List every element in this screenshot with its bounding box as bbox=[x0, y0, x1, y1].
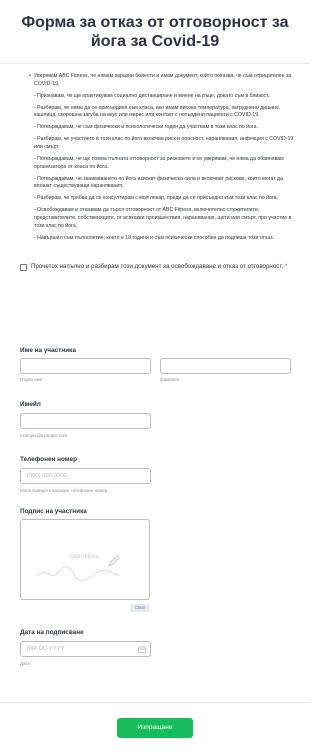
waiver-paragraph: Уверявам ABC Fitness, че нямам заразни б… bbox=[34, 73, 294, 89]
form-header: Форма за отказ от отговорност за йога за… bbox=[0, 0, 310, 64]
signature-label: Подпис на участника bbox=[20, 508, 87, 515]
date-input[interactable]: MM-DD-YYYY bbox=[20, 641, 151, 657]
email-label: Имейл bbox=[20, 401, 41, 408]
submit-button[interactable]: Изпращане bbox=[117, 718, 193, 738]
date-label: Дата на подписване bbox=[20, 629, 84, 636]
first-name-input[interactable] bbox=[20, 358, 151, 374]
first-name-sublabel: Първо име bbox=[20, 377, 43, 382]
last-name-sublabel: фамилия bbox=[160, 377, 179, 382]
signature-pad[interactable]: Sign Here bbox=[20, 519, 150, 600]
email-sublabel: example@example.com bbox=[20, 433, 68, 438]
waiver-paragraph: - Потвърждавам, че ще поема пълната отго… bbox=[34, 155, 284, 170]
pen-icon bbox=[107, 555, 120, 568]
waiver-paragraph: - Потвърждавам, че занимаването по йога … bbox=[34, 175, 283, 190]
date-sublabel: Дата bbox=[20, 661, 30, 666]
agree-row[interactable]: Прочетох напълно и разбирам този докумен… bbox=[20, 263, 291, 271]
waiver-text: Уверявам ABC Fitness, че нямам заразни б… bbox=[34, 73, 294, 242]
form-title: Форма за отказ от отговорност за йога за… bbox=[21, 13, 289, 50]
signature-placeholder: Sign Here bbox=[69, 553, 100, 560]
calendar-icon[interactable] bbox=[138, 646, 146, 653]
clear-signature-button[interactable]: Clear bbox=[130, 604, 150, 612]
phone-sublabel: Моля въведете валиден телефонен номер. bbox=[20, 488, 109, 493]
waiver-paragraph: - Признавам, че ще практикувам социално … bbox=[34, 92, 270, 99]
required-asterisk: * bbox=[284, 263, 288, 270]
waiver-paragraph: - Освобождавам и отказвам да търся отгов… bbox=[34, 207, 292, 229]
phone-input[interactable]: (000) 000-0000 bbox=[20, 468, 151, 484]
last-name-input[interactable] bbox=[160, 358, 291, 374]
footer-divider bbox=[0, 702, 310, 703]
participant-name-label: Име на участника bbox=[20, 347, 76, 354]
waiver-paragraph: - Навършил съм пълнолетие, което е 18 го… bbox=[34, 234, 275, 241]
form-content: Уверявам ABC Fitness, че нямам заразни б… bbox=[0, 64, 310, 246]
waiver-paragraph: - Разбирам, че участието в този клас по … bbox=[34, 136, 294, 150]
email-input[interactable] bbox=[20, 413, 151, 429]
signature-squiggle-icon bbox=[36, 566, 120, 581]
waiver-paragraph: - Потвърждавам, че съм физически и психо… bbox=[34, 124, 258, 131]
waiver-paragraph: - Разбирам, че трябва да се консултирам … bbox=[34, 195, 279, 202]
phone-label: Телефонен номер bbox=[20, 456, 77, 463]
agree-checkbox[interactable] bbox=[20, 264, 27, 271]
agree-label: Прочетох напълно и разбирам този докумен… bbox=[31, 263, 288, 270]
waiver-paragraph: - Разбирам, че няма да се присъединя към… bbox=[34, 104, 281, 119]
